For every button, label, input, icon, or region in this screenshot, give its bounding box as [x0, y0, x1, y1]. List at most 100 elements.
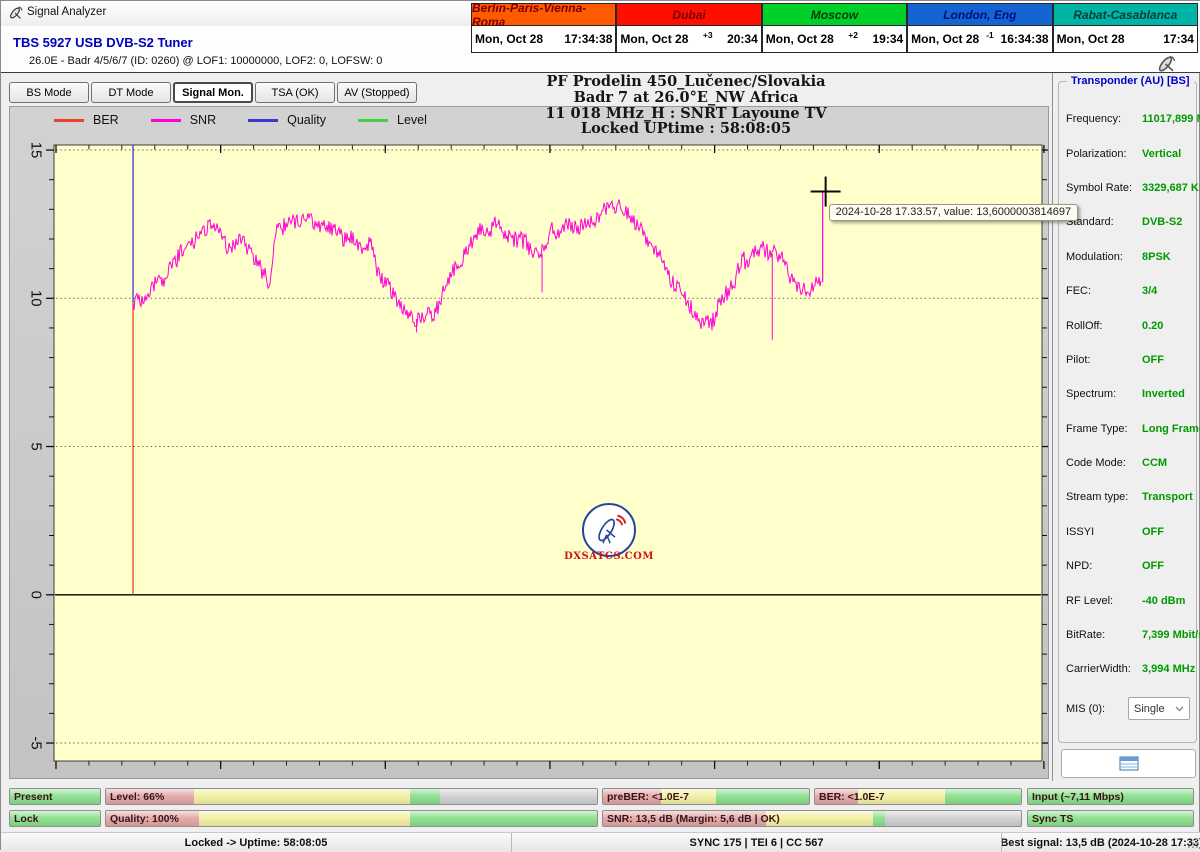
transponder-row: Frequency:11017,899 MHz — [1066, 102, 1190, 136]
transponder-row-value: OFF — [1142, 354, 1164, 366]
transponder-row: RollOff:0.20 — [1066, 308, 1190, 342]
clock-cell-4: Rabat-CasablancaMon, Oct 2817:34 — [1053, 3, 1198, 54]
dxsatcs-logo-circle — [582, 503, 636, 557]
mode-button-dt-mode[interactable]: DT Mode — [91, 82, 171, 103]
tuner-details: 26.0E - Badr 4/5/6/7 (ID: 0260) @ LOF1: … — [29, 55, 382, 67]
bar-segment-green — [873, 811, 886, 826]
transponder-row: Polarization:Vertical — [1066, 136, 1190, 170]
signal-bar-snr: SNR: 13,5 dB (Margin: 5,6 dB | OK) — [602, 810, 1022, 827]
transponder-row-label: Frequency: — [1066, 113, 1142, 125]
panel-divider — [1052, 73, 1053, 781]
transponder-row-value: Transport — [1142, 491, 1193, 503]
svg-text:0: 0 — [28, 591, 45, 599]
transponder-row: Code Mode:CCM — [1066, 446, 1190, 480]
clock-time-row: Mon, Oct 2817:34 — [1053, 26, 1198, 53]
chart-tooltip: 2024-10-28 17.33.57, value: 13,600000381… — [829, 204, 1079, 221]
clock-time: 17:34:38 — [564, 32, 612, 46]
mis-row: MIS (0): Single — [1066, 696, 1190, 722]
transponder-row-value: Vertical — [1142, 148, 1181, 160]
clock-time: 20:34 — [727, 32, 758, 46]
transponder-row-value: Long Frame — [1142, 423, 1200, 435]
dxsatcs-logo-text: DXSATCS.COM — [554, 551, 664, 562]
mode-button-signal-mon[interactable]: Signal Mon. — [173, 82, 253, 103]
transponder-row-label: Spectrum: — [1066, 388, 1142, 400]
list-table-icon — [1119, 756, 1139, 771]
transponder-row: Pilot:OFF — [1066, 343, 1190, 377]
transponder-row: BitRate:7,399 Mbit/s — [1066, 618, 1190, 652]
clock-city: Rabat-Casablanca — [1053, 3, 1198, 26]
clock-time-row: Mon, Oct 28+320:34 — [616, 26, 761, 53]
transponder-row-value: 0.20 — [1142, 320, 1163, 332]
transponder-row-label: RollOff: — [1066, 320, 1142, 332]
transponder-row-label: BitRate: — [1066, 629, 1142, 641]
window-statusbar: Locked -> Uptime: 58:08:05 SYNC 175 | TE… — [1, 832, 1200, 852]
clock-time-row: Mon, Oct 28-116:34:38 — [907, 26, 1052, 53]
svg-text:5: 5 — [28, 442, 45, 450]
transponder-row-label: ISSYI — [1066, 526, 1142, 538]
transponder-row-value: OFF — [1142, 526, 1164, 538]
transponder-row-label: Stream type: — [1066, 491, 1142, 503]
bar-segment-green — [716, 789, 809, 804]
world-clock-panel: Berlin-Paris-Vienna-RomaMon, Oct 2817:34… — [471, 3, 1198, 54]
signal-bar-lock: Lock — [9, 810, 101, 827]
mode-button-tsa-ok[interactable]: TSA (OK) — [255, 82, 335, 103]
clock-utc-offset: -1 — [979, 30, 1000, 40]
transponder-row-value: 7,399 Mbit/s — [1142, 629, 1200, 641]
transponder-row: Frame Type:Long Frame — [1066, 412, 1190, 446]
bar-label: BER: <1.0E-7 — [819, 791, 885, 803]
transponder-row-value: DVB-S2 — [1142, 216, 1182, 228]
signal-bar-ber: BER: <1.0E-7 — [814, 788, 1022, 805]
chart-title-line4: Locked UPtime : 58:08:05 — [421, 121, 951, 137]
transponder-list-button[interactable] — [1061, 749, 1196, 778]
bar-segment-grey — [885, 811, 1021, 826]
transponder-row: NPD:OFF — [1066, 549, 1190, 583]
bar-segment-yellow — [194, 789, 410, 804]
signal-bar-present: Present — [9, 788, 101, 805]
bar-segment-yellow — [199, 811, 410, 826]
clock-time: 17:34 — [1163, 32, 1194, 46]
bar-label: Sync TS — [1032, 813, 1073, 825]
bar-segments — [106, 811, 597, 826]
svg-text:10: 10 — [28, 290, 45, 307]
transponder-row: Modulation:8PSK — [1066, 240, 1190, 274]
transponder-row-label: FEC: — [1066, 285, 1142, 297]
mode-button-av-stopped[interactable]: AV (Stopped) — [337, 82, 417, 103]
clock-time: 16:34:38 — [1001, 32, 1049, 46]
transponder-row-label: Pilot: — [1066, 354, 1142, 366]
clock-cell-1: DubaiMon, Oct 28+320:34 — [616, 3, 761, 54]
clock-time: 19:34 — [872, 32, 903, 46]
resize-grip[interactable] — [1187, 837, 1199, 849]
status-sync-counters: SYNC 175 | TEI 6 | CC 567 — [511, 833, 1001, 852]
clock-city: London, Eng — [907, 3, 1052, 26]
mode-button-bs-mode[interactable]: BS Mode — [9, 82, 89, 103]
mis-dropdown[interactable]: Single — [1128, 697, 1190, 720]
clock-time-row: Mon, Oct 28 17:34:38 — [471, 26, 616, 53]
signal-bar-sync-ts: Sync TS — [1027, 810, 1194, 827]
transponder-panel-title: Transponder (AU) [BS] — [1067, 75, 1194, 87]
transponder-row-value: 11017,899 MHz — [1142, 113, 1200, 125]
bar-segment-yellow — [766, 811, 873, 826]
transponder-row-value: OFF — [1142, 560, 1164, 572]
chart-title: PF Prodelin 450_Lučenec/Slovakia Badr 7 … — [421, 74, 951, 137]
transponder-row-value: 8PSK — [1142, 251, 1171, 263]
transponder-row-value: 3/4 — [1142, 285, 1157, 297]
chevron-down-icon — [1175, 706, 1184, 712]
transponder-row-label: Symbol Rate: — [1066, 182, 1142, 194]
mis-dropdown-value: Single — [1134, 703, 1165, 715]
transponder-row: ISSYIOFF — [1066, 515, 1190, 549]
clock-cell-2: MoscowMon, Oct 28+219:34 — [762, 3, 907, 54]
satellite-dish-icon — [1154, 55, 1180, 73]
transponder-row: Standard:DVB-S2 — [1066, 205, 1190, 239]
clock-utc-offset: +3 — [688, 30, 727, 40]
transponder-row: Symbol Rate:3329,687 KS/s — [1066, 171, 1190, 205]
clock-date: Mon, Oct 28 — [475, 32, 543, 46]
tuner-name: TBS 5927 USB DVB-S2 Tuner — [13, 35, 193, 50]
transponder-row: FEC:3/4 — [1066, 274, 1190, 308]
window-title: Signal Analyzer — [27, 6, 106, 18]
transponder-row-label: Polarization: — [1066, 148, 1142, 160]
bar-segment-green — [410, 789, 439, 804]
bar-segment-green — [945, 789, 1021, 804]
clock-utc-offset: +2 — [834, 30, 873, 40]
signal-bar-input-7-11-mbps-: Input (~7,11 Mbps) — [1027, 788, 1194, 805]
transponder-row: CarrierWidth:3,994 MHz — [1066, 652, 1190, 686]
